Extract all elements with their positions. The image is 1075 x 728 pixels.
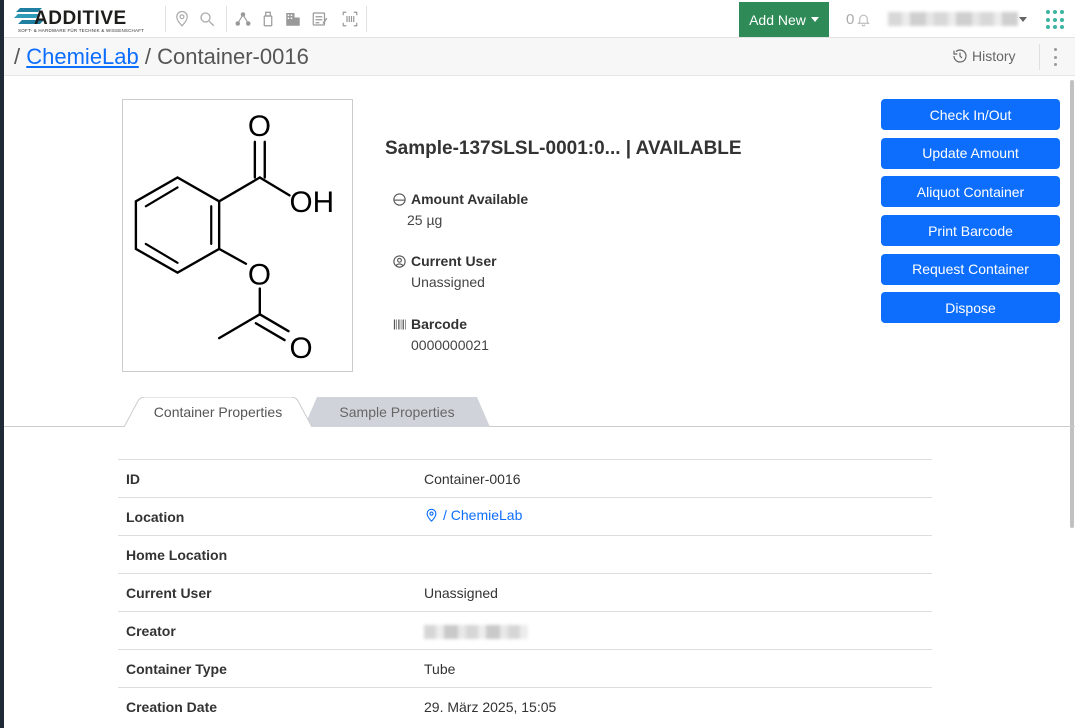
- notes-icon[interactable]: [310, 9, 330, 29]
- property-value: [416, 612, 932, 650]
- toolbar-divider: [1039, 44, 1040, 70]
- barcode-value: 0000000021: [411, 337, 489, 353]
- tab-container-properties[interactable]: Container Properties: [124, 397, 312, 427]
- location-link-label: / ChemieLab: [443, 507, 523, 524]
- atom-label: OH: [290, 186, 335, 219]
- dispose-button[interactable]: Dispose: [881, 292, 1060, 324]
- property-value: Tube: [424, 660, 456, 677]
- table-row: Creator: [118, 611, 932, 650]
- amount-available-section: Amount Available 25 µg: [392, 191, 528, 228]
- molecule-icon[interactable]: [233, 9, 253, 29]
- chevron-down-icon[interactable]: [1019, 17, 1027, 22]
- aliquot-container-button[interactable]: Aliquot Container: [881, 176, 1060, 208]
- scrollbar-thumb[interactable]: [1070, 80, 1074, 528]
- property-value: 29. März 2025, 15:05: [424, 698, 557, 715]
- request-container-button[interactable]: Request Container: [881, 253, 1060, 285]
- check-in-out-button[interactable]: Check In/Out: [881, 99, 1060, 130]
- amount-gauge-icon: [393, 192, 406, 206]
- properties-table: ID Container-0016 Location / ChemieLab H…: [118, 459, 932, 726]
- brand-logo[interactable]: ADDITIVE SOFT- & HARDWARE FÜR TECHNIK & …: [12, 4, 152, 34]
- container-actions: Check In/Out Update Amount Aliquot Conta…: [881, 99, 1060, 331]
- table-row: Container Type Tube: [118, 649, 932, 688]
- breadcrumb-bar: / ChemieLab / Container-0016 History: [4, 38, 1075, 76]
- chevron-down-icon: [810, 17, 819, 22]
- barcode-scan-icon[interactable]: [340, 9, 360, 29]
- property-key: Container Type: [126, 660, 227, 677]
- amount-label: Amount Available: [411, 191, 529, 207]
- atom-label: O: [248, 110, 271, 143]
- bell-icon: [857, 14, 871, 27]
- notification-count: 0: [846, 11, 855, 28]
- property-value: [416, 536, 932, 574]
- current-user-value: Unassigned: [411, 274, 485, 290]
- amount-value: 25 µg: [407, 212, 443, 228]
- current-user-label: Current User: [411, 253, 497, 269]
- breadcrumb-separator: /: [144, 44, 152, 69]
- tab-sample-properties[interactable]: Sample Properties: [304, 397, 490, 427]
- nav-divider: [165, 6, 166, 32]
- chemical-structure-image: O OH O O: [122, 99, 353, 372]
- more-options-icon[interactable]: [1054, 48, 1058, 66]
- creator-name-redacted: [424, 624, 528, 639]
- building-icon[interactable]: [283, 9, 303, 29]
- table-row: Current User Unassigned: [118, 573, 932, 612]
- brand-tagline: SOFT- & HARDWARE FÜR TECHNIK & WISSENSCH…: [18, 28, 145, 33]
- atom-label: O: [290, 332, 313, 365]
- breadcrumb-separator: /: [14, 44, 21, 69]
- atom-label: O: [248, 259, 271, 292]
- barcode-section: Barcode 0000000021: [392, 316, 489, 353]
- nav-divider: [366, 6, 367, 32]
- property-key: Creator: [126, 622, 176, 639]
- container-title: Sample-137SLSL-0001:0... | AVAILABLE: [385, 138, 742, 159]
- table-row: Location / ChemieLab: [118, 497, 932, 536]
- property-key: ID: [126, 470, 140, 487]
- table-row: Home Location: [118, 535, 932, 574]
- history-label: History: [972, 48, 1016, 64]
- barcode-label: Barcode: [411, 316, 468, 332]
- location-link[interactable]: / ChemieLab: [424, 507, 522, 523]
- property-value: / ChemieLab: [416, 498, 932, 536]
- print-barcode-button[interactable]: Print Barcode: [881, 215, 1060, 247]
- update-amount-button[interactable]: Update Amount: [881, 137, 1060, 169]
- table-row: Creation Date 29. März 2025, 15:05: [118, 687, 932, 726]
- location-pin-icon: [426, 508, 437, 522]
- property-key: Location: [126, 508, 185, 525]
- search-icon[interactable]: [197, 9, 217, 29]
- property-key: Home Location: [126, 546, 228, 563]
- barcode-icon: [393, 319, 406, 329]
- property-key: Creation Date: [126, 698, 218, 715]
- app-window: ADDITIVE SOFT- & HARDWARE FÜR TECHNIK & …: [4, 0, 1075, 728]
- property-value: Unassigned: [424, 584, 498, 601]
- breadcrumb: / ChemieLab / Container-0016: [14, 44, 309, 70]
- history-button[interactable]: History: [952, 48, 1016, 64]
- aspirin-structure-drawing: O OH O O: [134, 110, 335, 365]
- add-new-button[interactable]: Add New: [739, 2, 829, 37]
- breadcrumb-current: Container-0016: [157, 44, 309, 69]
- nav-divider: [226, 6, 227, 32]
- top-navbar: ADDITIVE SOFT- & HARDWARE FÜR TECHNIK & …: [4, 0, 1075, 38]
- breadcrumb-link-location[interactable]: ChemieLab: [26, 44, 139, 69]
- current-user-section: Current User Unassigned: [392, 253, 497, 290]
- location-pin-icon[interactable]: [172, 9, 192, 29]
- brand-name: ADDITIVE: [34, 8, 127, 29]
- history-icon: [953, 49, 967, 63]
- app-grid-icon[interactable]: [1046, 10, 1066, 30]
- notifications-button[interactable]: 0: [846, 11, 871, 28]
- property-value: Container-0016: [424, 470, 521, 487]
- table-row: ID Container-0016: [118, 459, 932, 498]
- add-new-label: Add New: [749, 11, 806, 28]
- user-menu-name[interactable]: [888, 12, 1018, 26]
- bottle-icon[interactable]: [258, 9, 278, 29]
- property-key: Current User: [126, 584, 212, 601]
- user-circle-icon: [393, 254, 406, 268]
